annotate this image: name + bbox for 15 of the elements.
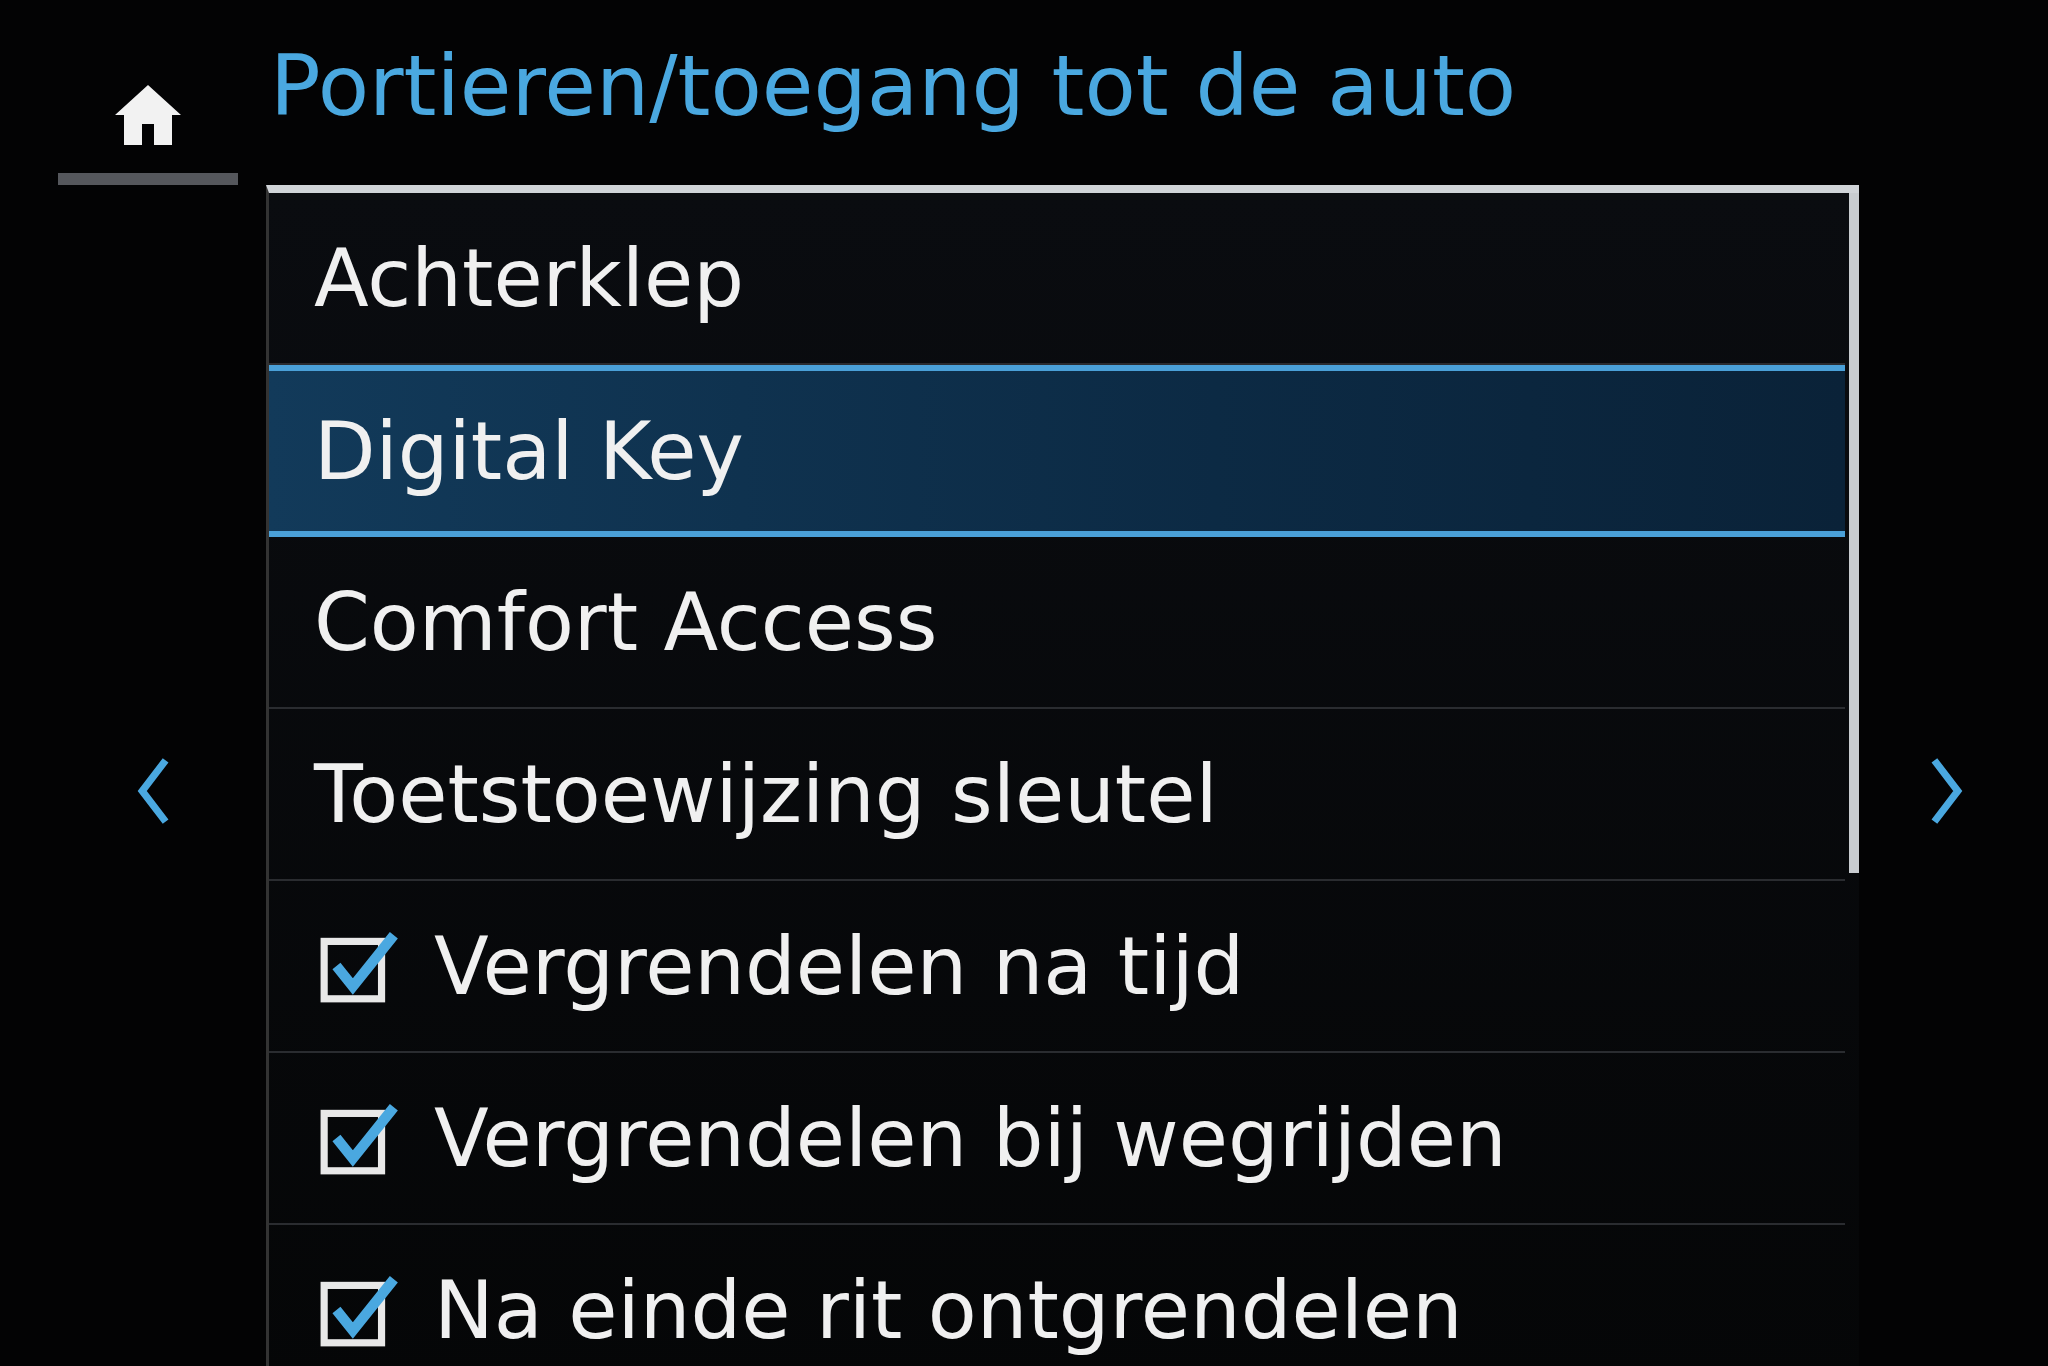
menu-item[interactable]: Vergrendelen na tijd [269, 881, 1845, 1053]
menu-item-label: Toetstoewijzing sleutel [314, 747, 1218, 841]
menu-item[interactable]: Vergrendelen bij wegrijden [269, 1053, 1845, 1225]
menu-item-label: Digital Key [314, 404, 744, 498]
menu-item[interactable]: Comfort Access [269, 537, 1845, 709]
page-title: Portieren/toegang tot de auto [270, 37, 1517, 137]
menu-item[interactable]: Toetstoewijzing sleutel [269, 709, 1845, 881]
menu-item-label: Vergrendelen bij wegrijden [434, 1091, 1507, 1185]
scroll-bar[interactable] [1849, 193, 1859, 873]
menu-item-label: Vergrendelen na tijd [434, 919, 1245, 1013]
menu-item-label: Comfort Access [314, 575, 938, 669]
menu-item-label: Na einde rit ontgrendelen [434, 1263, 1463, 1357]
menu-item-label: Achterklep [314, 231, 745, 325]
menu-item[interactable]: Na einde rit ontgrendelen [269, 1225, 1845, 1366]
menu-item[interactable]: Digital Key [269, 365, 1845, 537]
